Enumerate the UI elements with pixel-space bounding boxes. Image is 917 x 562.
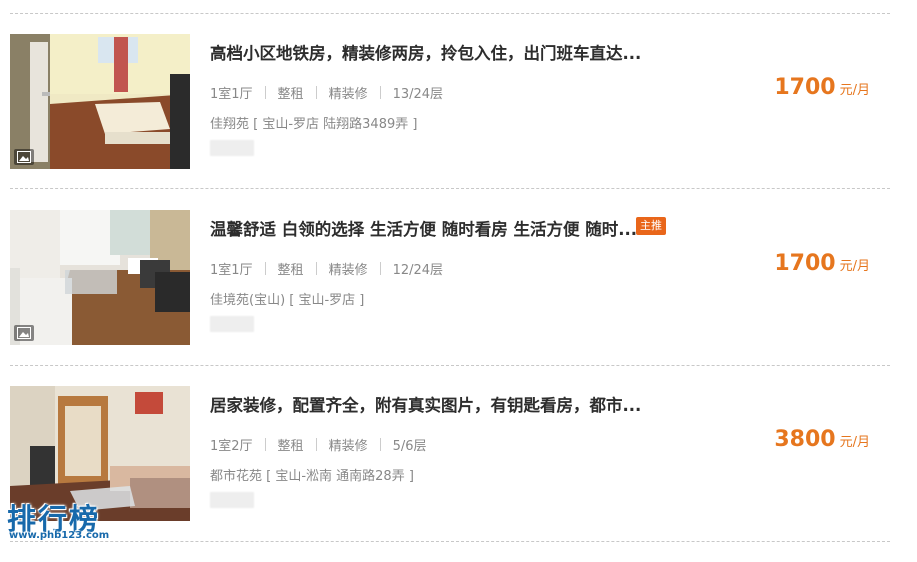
agent-avatar-blurred xyxy=(210,140,254,156)
room-layout: 1室1厅 xyxy=(210,263,253,278)
room-layout: 1室2厅 xyxy=(210,439,253,454)
listing-photo[interactable] xyxy=(10,210,190,345)
divider xyxy=(10,13,890,14)
price-value: 1700 xyxy=(774,251,836,276)
listing-price: 1700 元/月 xyxy=(774,75,870,100)
agent-avatar-blurred xyxy=(210,492,254,508)
rent-type: 整租 xyxy=(277,263,304,278)
floor: 13/24层 xyxy=(392,87,444,102)
listing-attributes: 1室2厅 整租 精装修 5/6层 xyxy=(210,435,427,454)
listing-item[interactable]: 高档小区地铁房，精装修两房，拎包入住，出门班车直达... 1室1厅 整租 精装修 13… xyxy=(0,34,917,210)
rent-type: 整租 xyxy=(277,439,304,454)
decoration: 精装修 xyxy=(328,87,368,102)
divider xyxy=(10,365,890,366)
price-unit: 元/月 xyxy=(839,83,870,98)
listing-item[interactable]: 温馨舒适 白领的选择 生活方便 随时看房 生活方便 随时... 主推 1室1厅 整… xyxy=(0,210,917,386)
gallery-icon xyxy=(14,149,34,165)
room-layout: 1室1厅 xyxy=(210,87,253,102)
listing-attributes: 1室1厅 整租 精装修 13/24层 xyxy=(210,83,443,102)
agent-avatar-blurred xyxy=(210,316,254,332)
site-watermark: 排行榜 www.phb123.com xyxy=(5,496,145,548)
listing-attributes: 1室1厅 整租 精装修 12/24层 xyxy=(210,259,443,278)
gallery-icon xyxy=(14,325,34,341)
watermark-url: www.phb123.com xyxy=(9,530,110,541)
floor: 12/24层 xyxy=(392,263,444,278)
rent-type: 整租 xyxy=(277,87,304,102)
listing-location[interactable]: 佳境苑(宝山) [ 宝山-罗店 ] xyxy=(210,289,364,308)
listing-title[interactable]: 居家装修，配置齐全，附有真实图片，有钥匙看房，都市... xyxy=(210,392,641,416)
listing-title[interactable]: 高档小区地铁房，精装修两房，拎包入住，出门班车直达... xyxy=(210,40,641,64)
listing-photo[interactable] xyxy=(10,34,190,169)
floor: 5/6层 xyxy=(392,439,427,454)
listing-title[interactable]: 温馨舒适 白领的选择 生活方便 随时看房 生活方便 随时... xyxy=(210,216,637,240)
listing-price: 1700 元/月 xyxy=(774,251,870,276)
decoration: 精装修 xyxy=(328,263,368,278)
featured-badge: 主推 xyxy=(636,217,666,235)
price-value: 1700 xyxy=(774,75,836,100)
listing-location[interactable]: 都市花苑 [ 宝山-淞南 通南路28弄 ] xyxy=(210,465,414,484)
listing-location[interactable]: 佳翔苑 [ 宝山-罗店 陆翔路3489弄 ] xyxy=(210,113,417,132)
listing-price: 3800 元/月 xyxy=(774,427,870,452)
price-unit: 元/月 xyxy=(839,259,870,274)
divider xyxy=(10,188,890,189)
price-unit: 元/月 xyxy=(839,435,870,450)
decoration: 精装修 xyxy=(328,439,368,454)
price-value: 3800 xyxy=(774,427,836,452)
